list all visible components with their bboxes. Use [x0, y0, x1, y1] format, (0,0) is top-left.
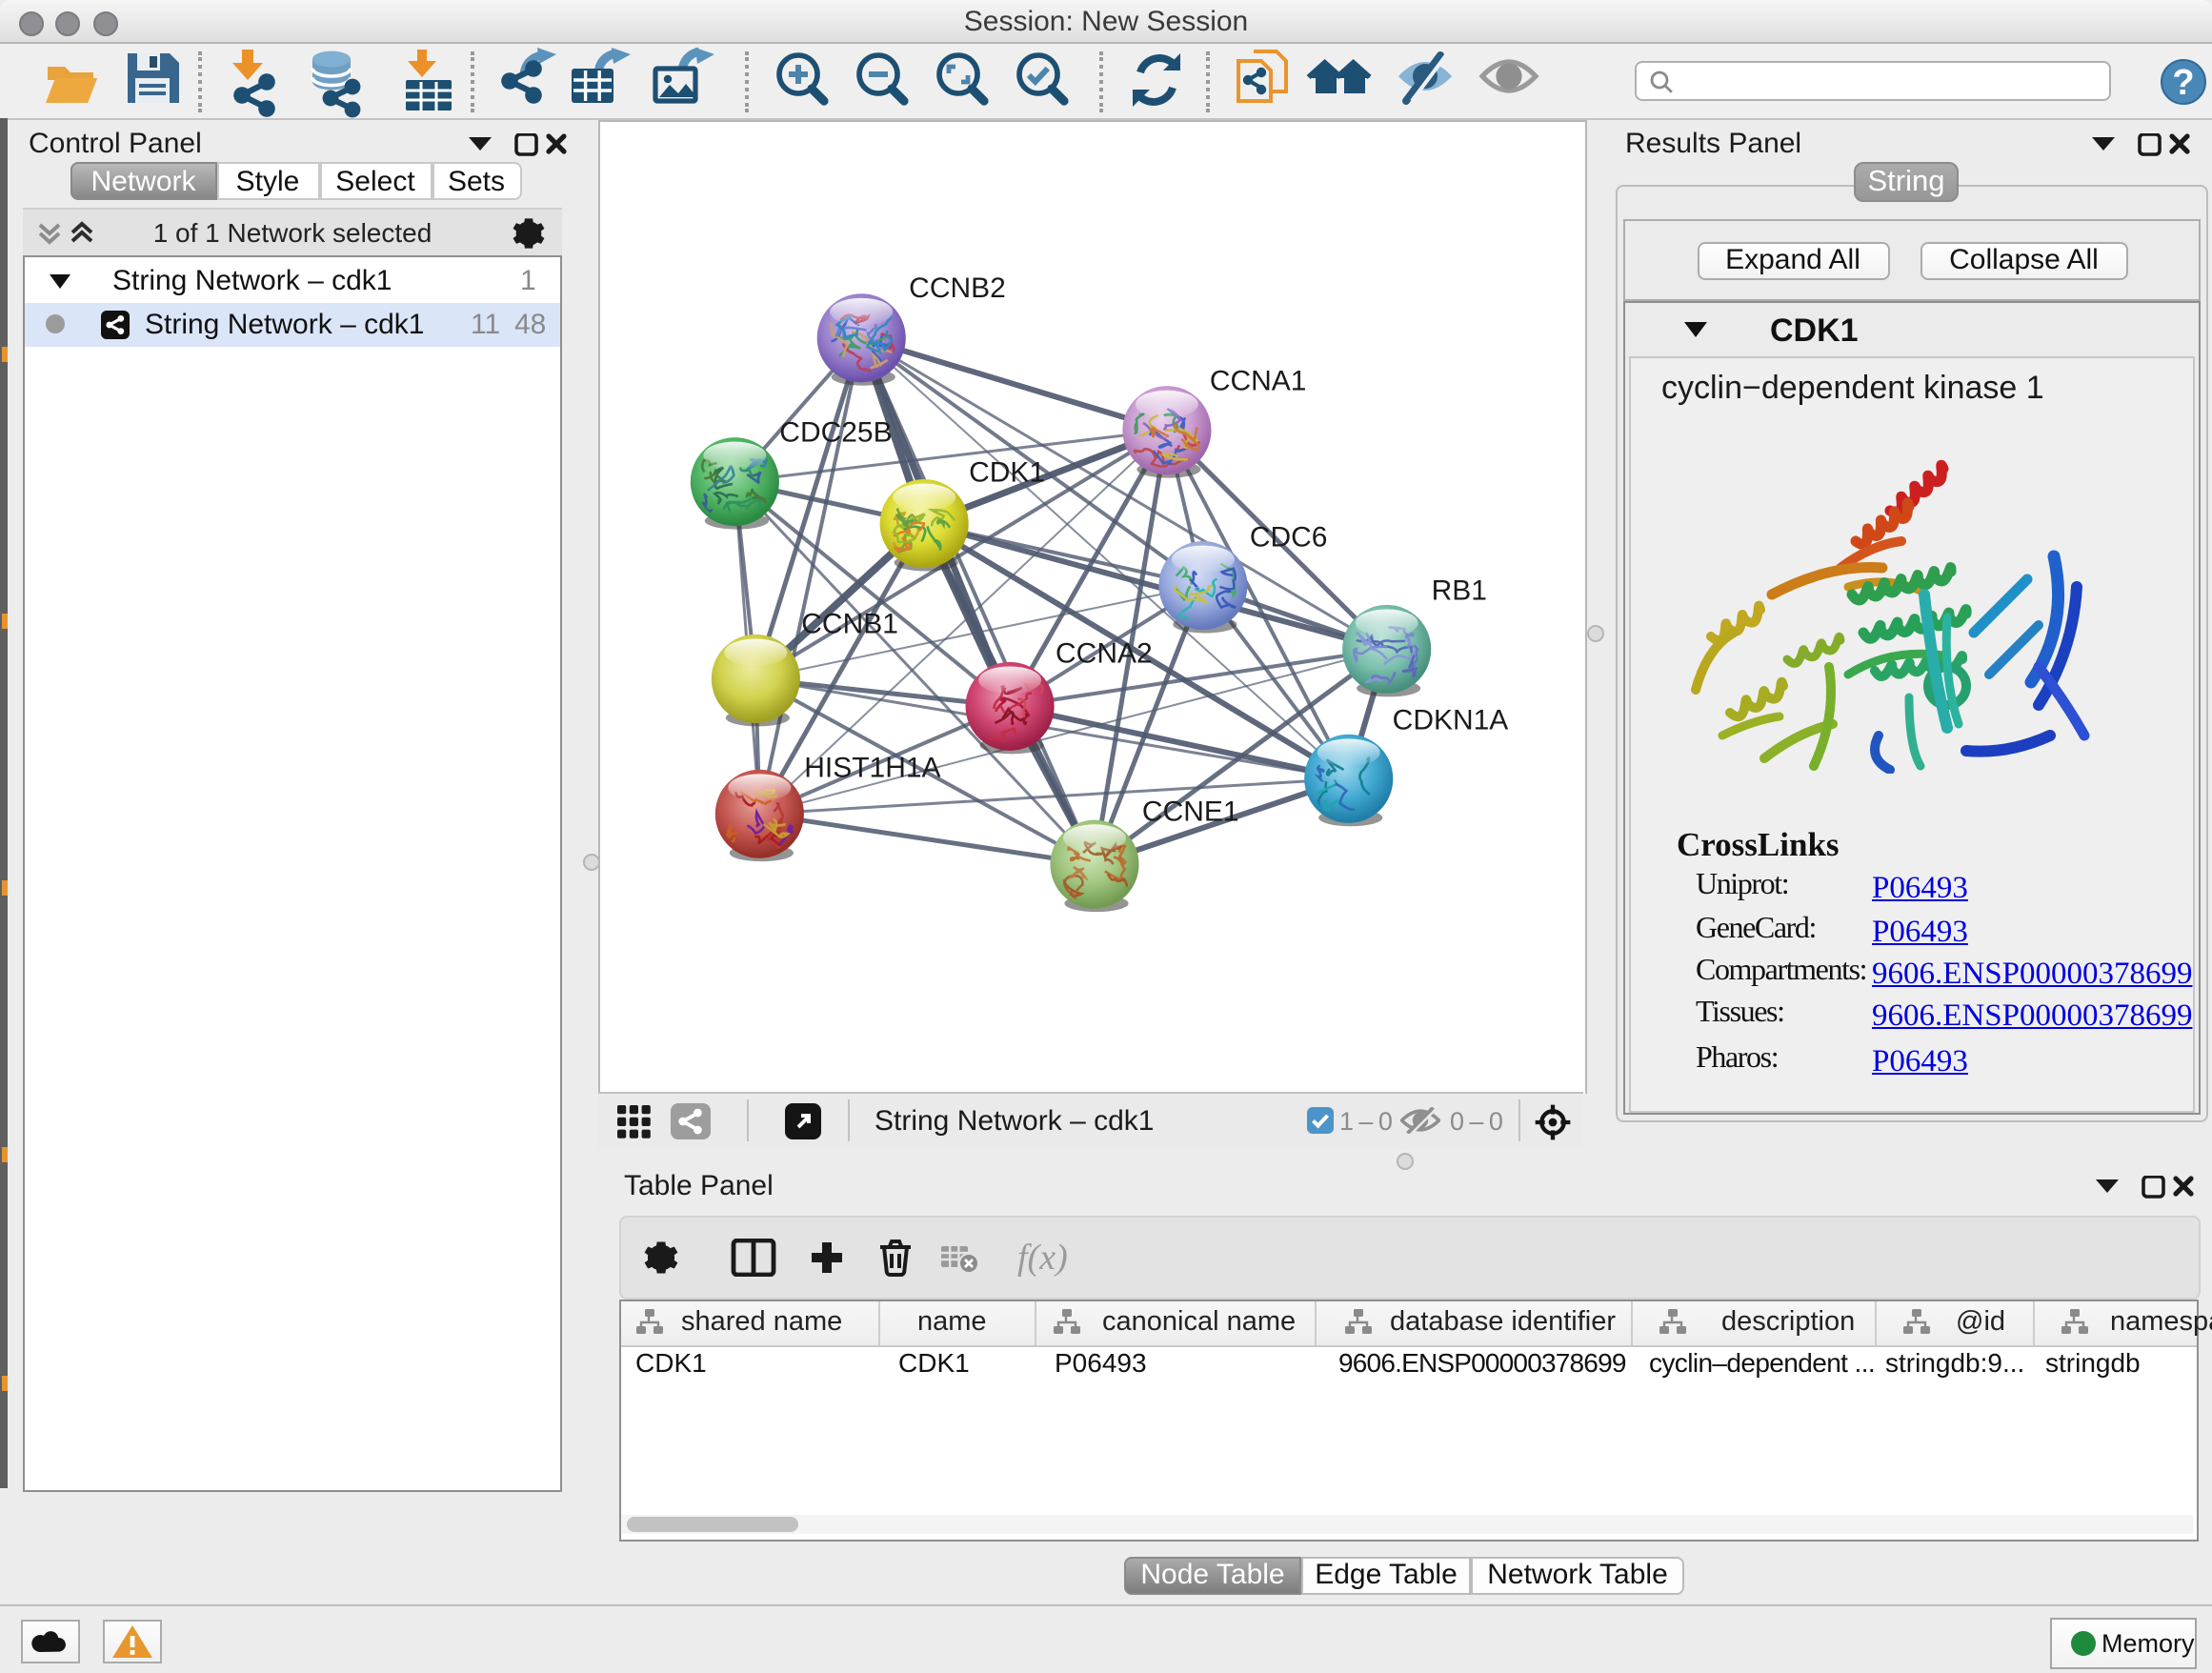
- svg-text:?: ?: [2172, 63, 2194, 103]
- svg-text:HIST1H1A: HIST1H1A: [804, 751, 940, 782]
- svg-text:CDK1: CDK1: [969, 456, 1045, 488]
- svg-text:CDKN1A: CDKN1A: [1393, 703, 1509, 735]
- svg-text:CDC25B: CDC25B: [779, 416, 892, 448]
- svg-text:f(x): f(x): [1017, 1238, 1068, 1276]
- svg-text:CCNB1: CCNB1: [801, 607, 898, 638]
- svg-text:CCNB2: CCNB2: [909, 272, 1006, 303]
- svg-text:CCNA1: CCNA1: [1210, 365, 1307, 396]
- svg-text:CCNA2: CCNA2: [1056, 636, 1153, 668]
- svg-text:RB1: RB1: [1432, 574, 1487, 606]
- svg-text:CCNE1: CCNE1: [1142, 795, 1239, 826]
- svg-text:CDC6: CDC6: [1250, 521, 1328, 553]
